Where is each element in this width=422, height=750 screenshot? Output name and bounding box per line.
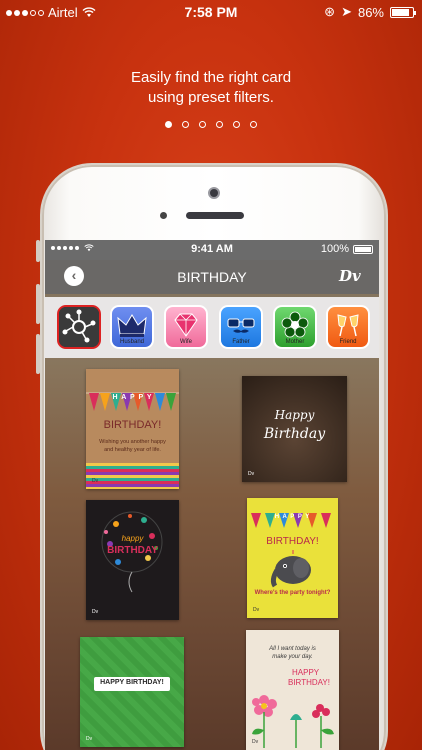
page-dot[interactable] <box>199 121 206 128</box>
flower-icon <box>281 311 309 338</box>
page-dot[interactable] <box>216 121 223 128</box>
card-birthday-banner[interactable]: H A P P Y BIRTHDAY! Wishing you another … <box>86 369 179 489</box>
filter-friend[interactable]: Friend <box>326 305 370 349</box>
stripe-decoration <box>86 463 179 489</box>
status-bar: Airtel 7:58 PM ⊛ ➤ 86% <box>0 0 422 24</box>
card-happy-birthday-script[interactable]: Happy Birthday Dv <box>242 376 347 482</box>
filter-mother[interactable]: Mother <box>273 305 317 349</box>
card-floral-birthday[interactable]: All I want today is make your day. HAPPY… <box>246 630 339 750</box>
filter-label: Mother <box>285 339 305 345</box>
page-dot[interactable] <box>250 121 257 128</box>
filter-all[interactable] <box>57 305 101 349</box>
glasses-icon <box>227 318 255 333</box>
filter-wife[interactable]: Wife <box>164 305 208 349</box>
elephant-icon <box>270 550 311 588</box>
inner-battery-icon <box>353 244 373 254</box>
feature-headline: Easily find the right card using preset … <box>130 69 292 106</box>
filter-label: Father <box>232 339 250 345</box>
earpiece-speaker <box>186 212 244 219</box>
card-brand-logo: Dv <box>253 607 260 613</box>
cheers-icon <box>337 314 359 337</box>
filter-label: Wife <box>180 339 192 345</box>
diamond-icon <box>174 313 198 337</box>
location-icon: ➤ <box>341 4 352 19</box>
camera-icon <box>208 187 220 199</box>
sensor <box>160 212 167 219</box>
network-icon <box>62 309 96 343</box>
card-brand-logo: Dv <box>86 736 93 742</box>
page-indicator[interactable] <box>0 121 422 128</box>
page-dot[interactable] <box>233 121 240 128</box>
inner-battery-percent: 100% <box>320 243 349 255</box>
filter-label: Husband <box>119 339 145 345</box>
crown-icon <box>117 314 147 337</box>
rotation-lock-icon: ⊛ <box>324 4 336 19</box>
nav-bar: ‹ BIRTHDAY Dv <box>45 260 379 294</box>
card-brand-logo: Dv <box>92 478 99 484</box>
filter-husband[interactable]: Husband <box>110 305 154 349</box>
battery-icon <box>390 6 416 18</box>
page-dot[interactable] <box>182 121 189 128</box>
card-green-birthday[interactable]: HAPPY BIRTHDAY! Dv <box>80 637 184 747</box>
filter-father[interactable]: Father <box>219 305 263 349</box>
flowers-icon <box>252 695 334 748</box>
app-logo[interactable]: Dv <box>339 267 361 287</box>
card-brand-logo: Dv <box>248 471 255 477</box>
card-brand-logo: Dv <box>252 739 259 745</box>
battery-percent: 86% <box>357 4 384 20</box>
page-dot[interactable] <box>165 121 172 128</box>
card-balloon-birthday[interactable]: happy BIRTHDAY Dv <box>86 500 179 620</box>
card-elephant-birthday[interactable]: H A P P Y BIRTHDAY! Where's the party to… <box>247 498 338 618</box>
inner-status-bar: 9:41 AM 100% <box>45 240 379 260</box>
filter-bar: Husband Wife Father Mother Friend <box>45 297 379 358</box>
phone-screen: 9:41 AM 100% ‹ BIRTHDAY Dv Husband Wife … <box>45 240 379 750</box>
page-title: BIRTHDAY <box>177 269 247 285</box>
card-brand-logo: Dv <box>92 609 99 615</box>
filter-label: Friend <box>339 339 357 345</box>
